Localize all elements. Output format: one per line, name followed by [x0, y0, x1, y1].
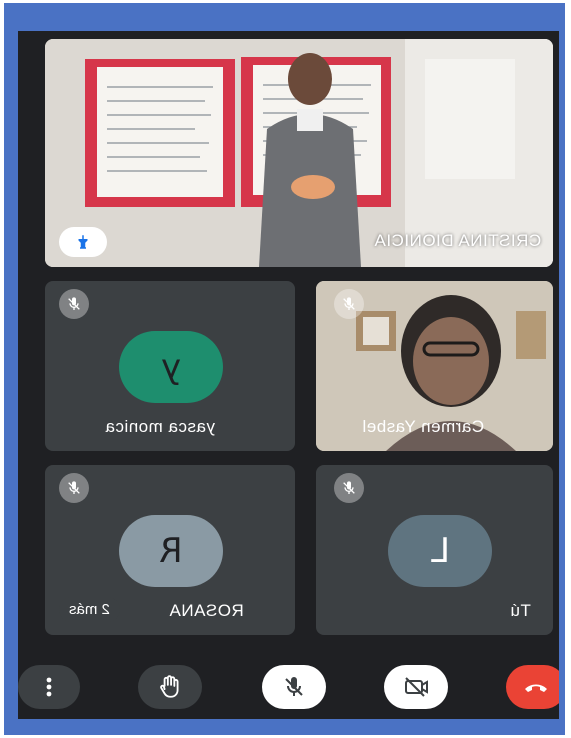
- participant-name: CRISTINA DIONICIA: [373, 231, 541, 250]
- mic-off-badge: [334, 289, 364, 319]
- microphone-toggle-button[interactable]: [262, 665, 326, 709]
- participant-name: Tú: [510, 601, 531, 620]
- participant-tile[interactable]: R 2 más ROSANA: [45, 465, 295, 635]
- hang-up-button[interactable]: [506, 665, 559, 709]
- participant-tile[interactable]: Carmen Yasbel: [316, 281, 553, 451]
- mic-off-badge: [334, 473, 364, 503]
- raise-hand-button[interactable]: [138, 665, 202, 709]
- hand-icon: [160, 675, 179, 698]
- participant-name: ROSANA: [169, 601, 244, 620]
- participant-tile[interactable]: y yasca monica: [45, 281, 295, 451]
- mic-off-icon: [68, 481, 80, 494]
- participant-name: yasca monica: [105, 417, 215, 436]
- pin-button[interactable]: [59, 227, 107, 257]
- camera-toggle-button[interactable]: [384, 665, 448, 709]
- participant-tile-self[interactable]: L Tú: [316, 465, 553, 635]
- meet-call-screen: CRISTINA DIONICIA y yasca monica Carmen …: [18, 31, 559, 719]
- hangup-icon: [525, 684, 547, 692]
- main-video-tile[interactable]: CRISTINA DIONICIA: [45, 39, 553, 267]
- avatar: R: [119, 515, 223, 587]
- avatar: y: [119, 331, 223, 403]
- more-options-button[interactable]: [18, 665, 80, 709]
- mic-off-icon: [68, 297, 80, 310]
- camera-off-icon: [405, 677, 428, 697]
- mic-off-badge: [59, 473, 89, 503]
- mic-off-icon: [343, 297, 355, 310]
- more-vert-icon: [46, 677, 52, 697]
- avatar: L: [388, 515, 492, 587]
- pin-icon: [78, 235, 88, 249]
- mic-off-icon: [285, 677, 303, 696]
- screenshot-frame: CRISTINA DIONICIA y yasca monica Carmen …: [4, 3, 565, 735]
- participant-name: Carmen Yasbel: [362, 417, 485, 436]
- mic-off-icon: [343, 481, 355, 494]
- mic-off-badge: [59, 289, 89, 319]
- more-participants-badge[interactable]: 2 más: [59, 597, 120, 622]
